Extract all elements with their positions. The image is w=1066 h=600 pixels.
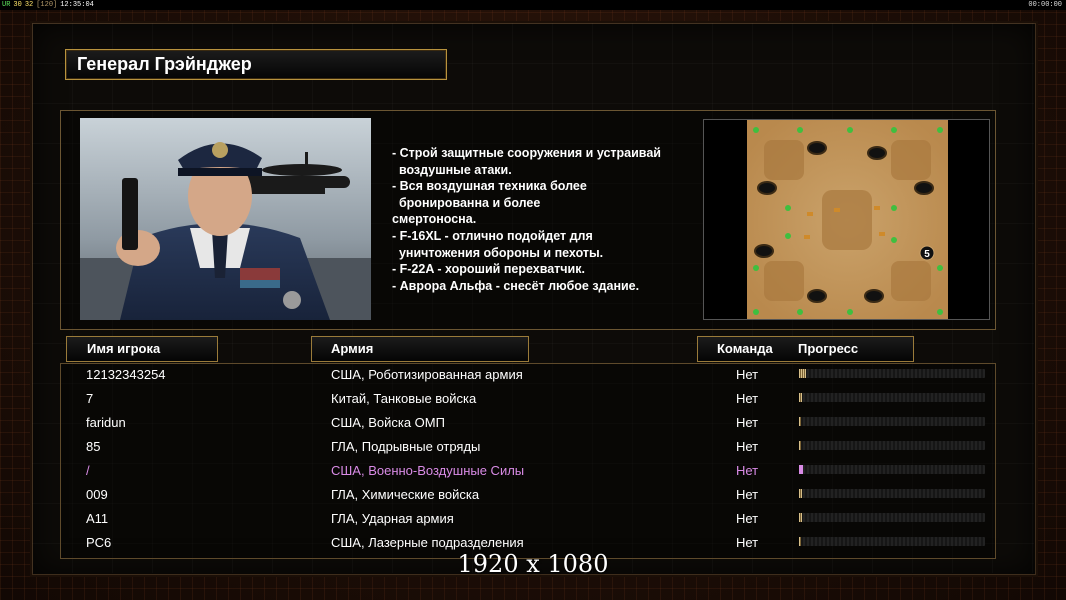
player-progress-fill [799, 537, 801, 546]
player-team: Нет [736, 535, 759, 550]
player-team: Нет [736, 415, 759, 430]
player-army: ГЛА, Химические войска [331, 487, 480, 502]
player-army: США, Войска ОМП [331, 415, 445, 430]
header-player-name: Имя игрока [66, 336, 218, 362]
description-line: - Вся воздушная техника более [392, 179, 587, 194]
hud-clock: 12:35:04 [60, 1, 94, 9]
description-line: смертоносна. [392, 212, 477, 227]
table-row[interactable]: 009 ГЛА, Химические войска Нет [60, 484, 996, 508]
table-row[interactable]: / США, Военно-Воздушные Силы Нет [60, 460, 996, 484]
general-description: - Строй защитные сооружения и устраивай … [392, 145, 702, 294]
player-progress-bar [799, 417, 985, 426]
hud-bar: UR 30 32 [120] 12:35:04 00:00:00 [0, 0, 1066, 10]
map-badge: 5 [924, 249, 930, 260]
player-name: 7 [86, 391, 94, 406]
map-preview[interactable]: 5 [703, 119, 990, 320]
description-line: воздушные атаки. [392, 162, 512, 177]
player-team: Нет [736, 487, 759, 502]
player-progress-fill [799, 369, 806, 378]
player-progress-fill [799, 441, 801, 450]
player-progress-fill [799, 513, 802, 522]
header-team-progress: Команда Прогресс [697, 336, 914, 362]
header-army: Армия [311, 336, 529, 362]
hud-ur: UR [2, 1, 11, 9]
player-progress-bar [799, 513, 985, 522]
player-team: Нет [736, 463, 759, 478]
player-name: 009 [86, 487, 108, 502]
player-progress-bar [799, 393, 985, 402]
hud-stat-a: 30 [13, 1, 22, 9]
general-title: Генерал Грэйнджер [65, 49, 447, 80]
player-team: Нет [736, 511, 759, 526]
player-army: США, Роботизированная армия [331, 367, 523, 382]
table-row[interactable]: A11 ГЛА, Ударная армия Нет [60, 508, 996, 532]
description-line: - F-16XL - отлично подойдет для [392, 228, 593, 243]
hud-stat-b: 32 [24, 1, 34, 9]
hud-timer: 00:00:00 [1028, 1, 1062, 9]
player-progress-fill [799, 489, 802, 498]
player-name: 12132343254 [86, 367, 166, 382]
player-team: Нет [736, 439, 759, 454]
player-progress-bar [799, 465, 985, 474]
player-name: 85 [86, 439, 101, 454]
player-progress-fill [799, 465, 803, 474]
player-name: faridun [86, 415, 126, 430]
description-line: уничтожения обороны и пехоты. [392, 245, 604, 260]
description-line: - F-22A - хороший перехватчик. [392, 262, 585, 277]
player-progress-bar [799, 441, 985, 450]
player-name: / [86, 463, 90, 478]
player-progress-bar [799, 489, 985, 498]
header-team: Команда [717, 341, 773, 356]
description-line: бронированна и более [392, 195, 541, 210]
resolution-label: 1920 x 1080 [457, 550, 609, 578]
hud-stat-c: [120] [36, 1, 58, 9]
player-team: Нет [736, 367, 759, 382]
description-line: - Строй защитные сооружения и устраивай [392, 146, 661, 160]
table-row[interactable]: 7 Китай, Танковые войска Нет [60, 388, 996, 412]
player-progress-bar [799, 537, 985, 546]
player-progress-fill [799, 393, 802, 402]
general-portrait [80, 118, 371, 320]
player-team: Нет [736, 391, 759, 406]
player-army: США, Лазерные подразделения [331, 535, 524, 550]
table-row[interactable]: 12132343254 США, Роботизированная армия Не… [60, 364, 996, 388]
player-army: ГЛА, Подрывные отряды [331, 439, 481, 454]
player-army: Китай, Танковые войска [331, 391, 477, 406]
player-army: США, Военно-Воздушные Силы [331, 463, 525, 478]
header-progress: Прогресс [798, 341, 859, 356]
table-row[interactable]: 85 ГЛА, Подрывные отряды Нет [60, 436, 996, 460]
player-name: A11 [86, 511, 109, 526]
description-line: - Аврора Альфа - снесёт любое здание. [392, 278, 640, 293]
player-progress-bar [799, 369, 985, 378]
player-name: PC6 [86, 535, 112, 550]
player-progress-fill [799, 417, 801, 426]
table-row[interactable]: faridun США, Войска ОМП Нет [60, 412, 996, 436]
player-army: ГЛА, Ударная армия [331, 511, 454, 526]
